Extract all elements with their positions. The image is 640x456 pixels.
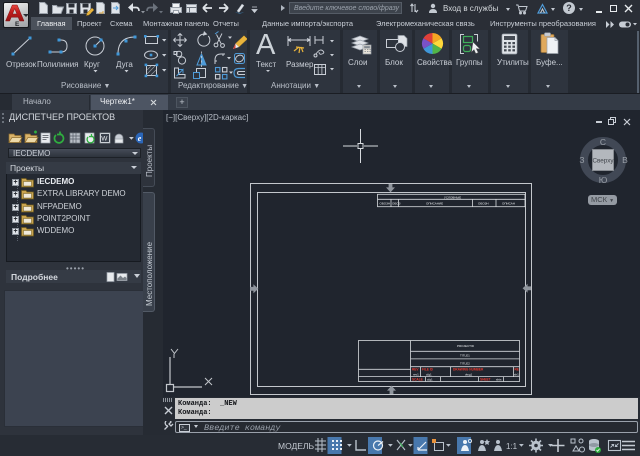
svg-text:ОПИСАНИЕ: ОПИСАНИЕ xyxy=(426,202,443,206)
svg-text:dwg1: dwg1 xyxy=(465,373,473,377)
svg-text:sh1: sh1 xyxy=(514,373,519,377)
svg-text:cfg1: cfg1 xyxy=(427,378,433,382)
svg-text:FILE ID: FILE ID xyxy=(422,367,434,371)
svg-text:ОПИСАН: ОПИСАН xyxy=(502,202,515,206)
svg-text:RE: RE xyxy=(515,367,519,371)
svg-text:REV: REV xyxy=(412,367,419,371)
svg-text:SCALE: SCALE xyxy=(412,377,423,381)
svg-text:ОБОЗ: ОБОЗ xyxy=(392,202,401,206)
svg-text:cfg1: cfg1 xyxy=(426,373,432,377)
svg-text:УСЛОВНЫЕ: УСЛОВНЫЕ xyxy=(444,196,461,200)
svg-text:PROJECTID: PROJECTID xyxy=(457,344,475,348)
svg-text:ОБОЗН: ОБОЗН xyxy=(478,202,489,206)
svg-text:shts: shts xyxy=(496,378,502,382)
svg-text:ОБОЗН: ОБОЗН xyxy=(380,202,391,206)
svg-text:SHEET: SHEET xyxy=(480,377,491,381)
svg-text:rev1: rev1 xyxy=(413,373,419,377)
svg-text:DRAWING NUMBER: DRAWING NUMBER xyxy=(453,367,484,371)
svg-text:TITLE2: TITLE2 xyxy=(460,362,470,366)
svg-text:e: e xyxy=(138,134,142,143)
svg-text:1:1: 1:1 xyxy=(506,442,518,451)
svg-text:TITLE1: TITLE1 xyxy=(460,354,470,358)
svg-text:W: W xyxy=(101,136,108,143)
